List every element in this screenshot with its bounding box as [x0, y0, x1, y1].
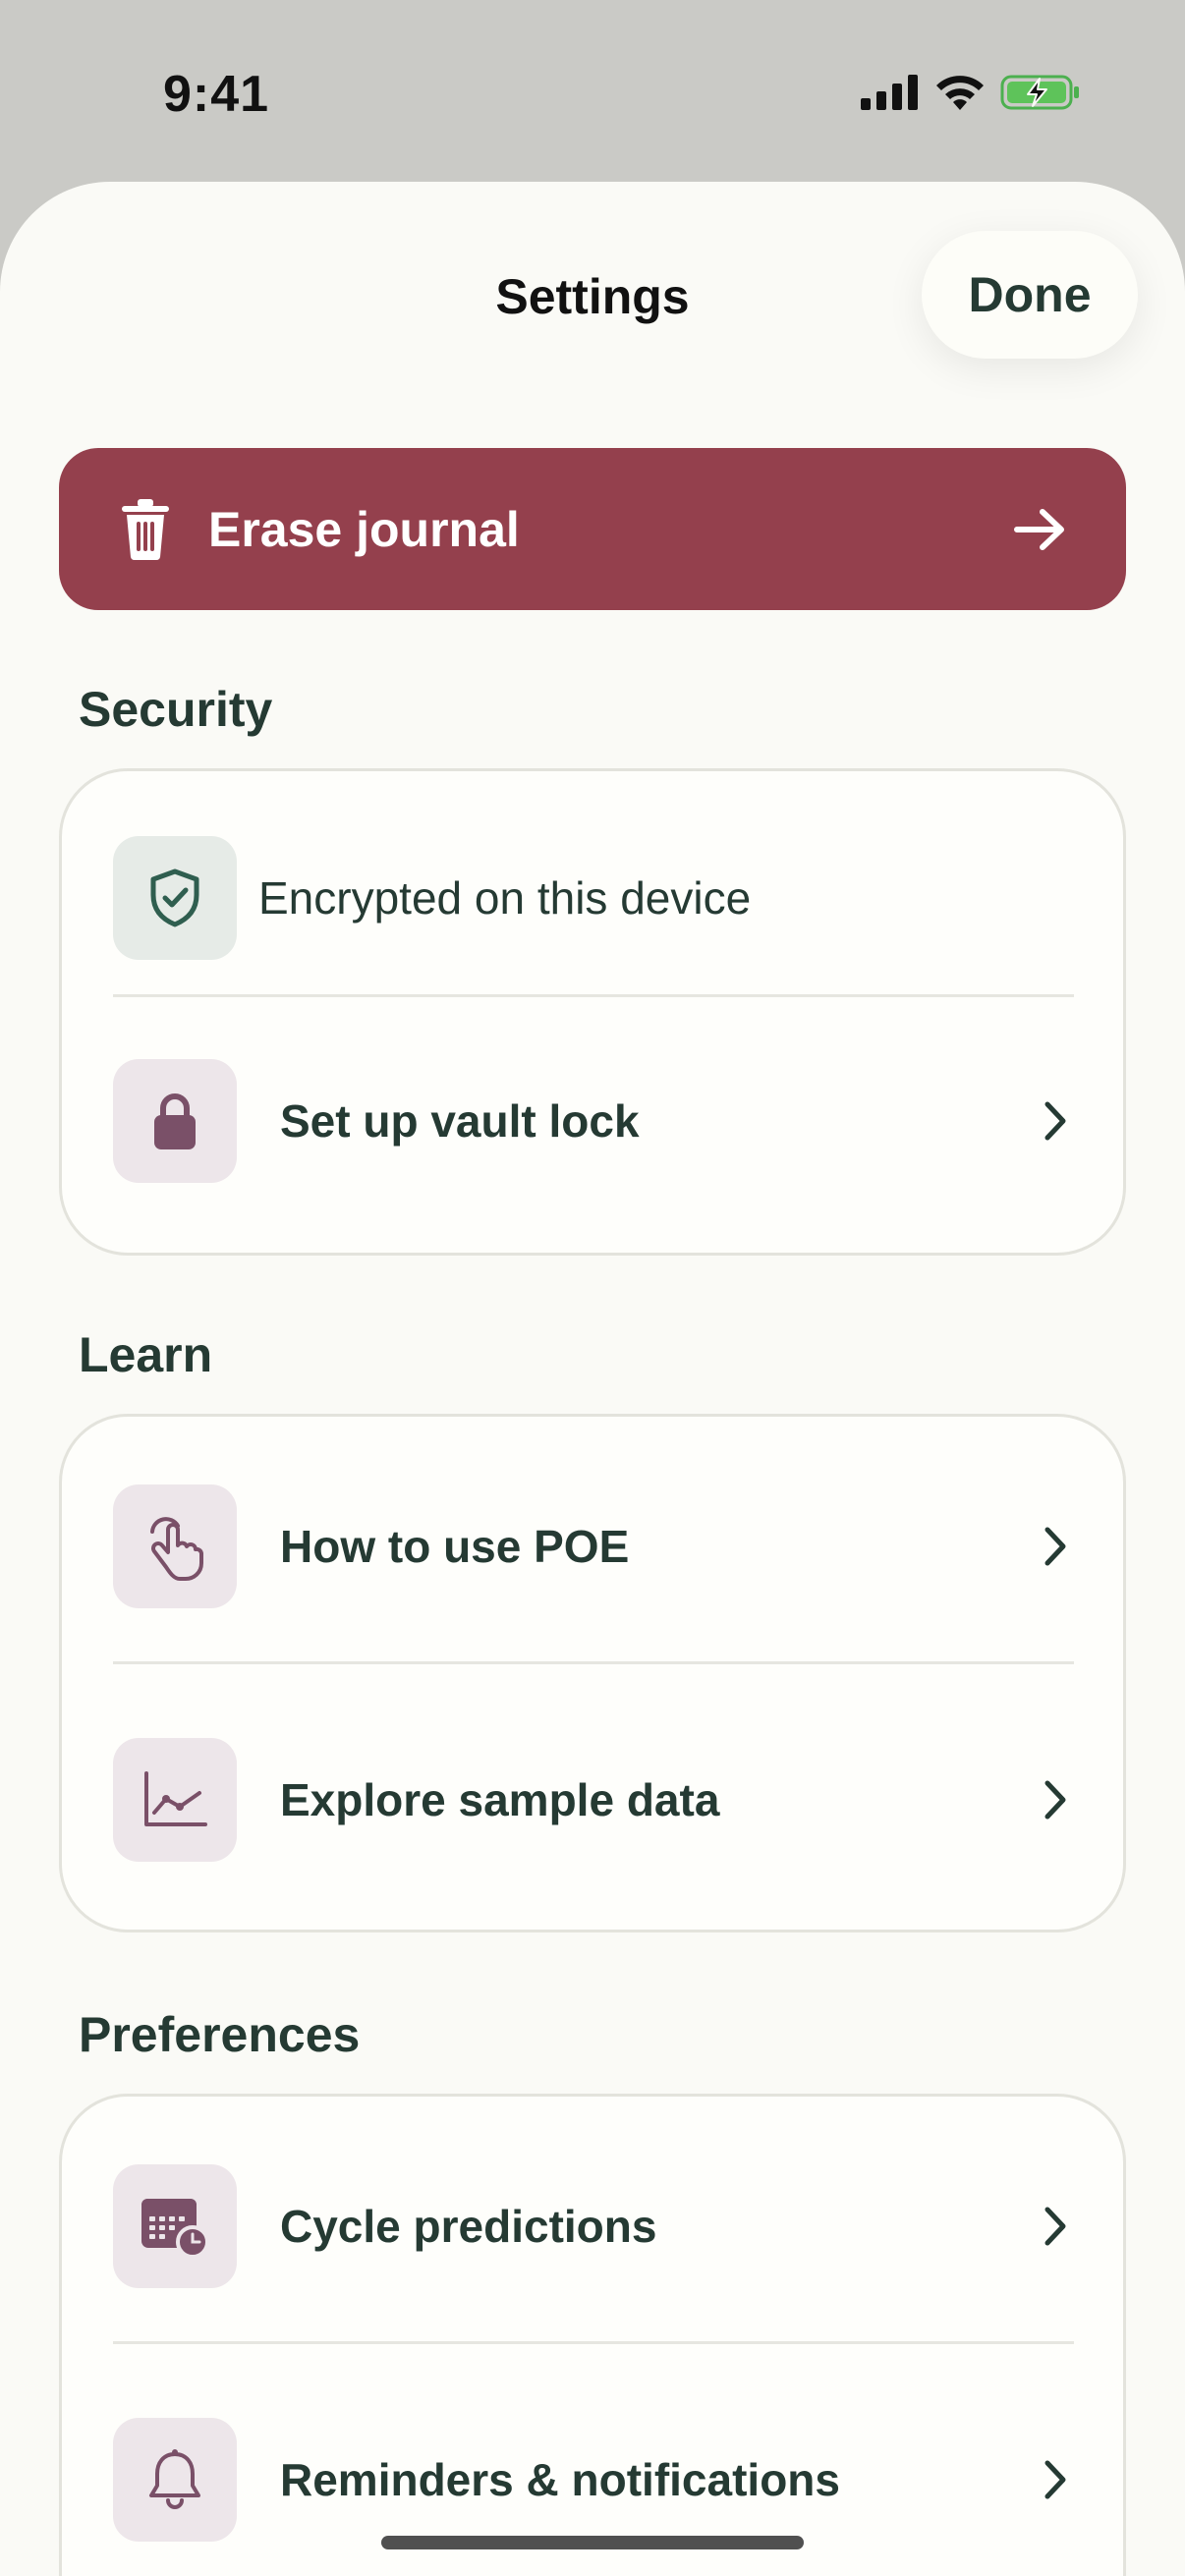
list-item-sample-data[interactable]: Explore sample data — [62, 1673, 1123, 1927]
erase-journal-label: Erase journal — [208, 501, 520, 557]
encrypted-label: Encrypted on this device — [258, 872, 752, 924]
chart-line-icon — [113, 1738, 237, 1862]
list-item-vault-lock[interactable]: Set up vault lock — [62, 994, 1123, 1248]
cellular-signal-icon — [861, 75, 918, 110]
battery-charging-icon — [1000, 75, 1079, 110]
status-bar: 9:41 — [0, 0, 1185, 182]
trash-icon — [118, 498, 173, 561]
section-title-security: Security — [79, 682, 273, 737]
home-indicator[interactable] — [381, 2536, 804, 2549]
chevron-right-icon — [1043, 1525, 1068, 1568]
reminders-label: Reminders & notifications — [280, 2454, 840, 2505]
wifi-icon — [936, 76, 984, 110]
shield-check-icon — [113, 836, 237, 960]
cycle-predictions-label: Cycle predictions — [280, 2201, 657, 2252]
preferences-card: Cycle predictions Reminders & notificati… — [59, 2094, 1126, 2576]
sample-data-label: Explore sample data — [280, 1774, 720, 1825]
lock-icon — [113, 1059, 237, 1183]
list-item-encrypted: Encrypted on this device — [62, 771, 1123, 1025]
status-time: 9:41 — [163, 66, 270, 123]
chevron-right-icon — [1043, 2205, 1068, 2248]
how-to-use-label: How to use POE — [280, 1521, 630, 1572]
chevron-right-icon — [1043, 1099, 1068, 1143]
settings-sheet: Settings Done Erase journal Security Enc… — [0, 182, 1185, 2576]
divider — [113, 2341, 1074, 2344]
erase-journal-button[interactable]: Erase journal — [59, 448, 1126, 610]
chevron-right-icon — [1043, 2458, 1068, 2501]
calendar-clock-icon — [113, 2164, 237, 2288]
divider — [113, 1661, 1074, 1664]
list-item-how-to-use[interactable]: How to use POE — [62, 1420, 1123, 1673]
status-icons — [861, 73, 1081, 112]
vault-lock-label: Set up vault lock — [280, 1095, 640, 1147]
section-title-preferences: Preferences — [79, 2007, 361, 2062]
list-item-cycle-predictions[interactable]: Cycle predictions — [62, 2100, 1123, 2353]
chevron-right-icon — [1043, 1778, 1068, 1821]
security-card: Encrypted on this device Set up vault lo… — [59, 768, 1126, 1256]
tap-hand-icon — [113, 1484, 237, 1608]
bell-icon — [113, 2418, 237, 2542]
section-title-learn: Learn — [79, 1327, 213, 1382]
done-button[interactable]: Done — [922, 231, 1138, 359]
learn-card: How to use POE Explore sample data — [59, 1414, 1126, 1932]
arrow-right-icon — [1014, 508, 1065, 551]
